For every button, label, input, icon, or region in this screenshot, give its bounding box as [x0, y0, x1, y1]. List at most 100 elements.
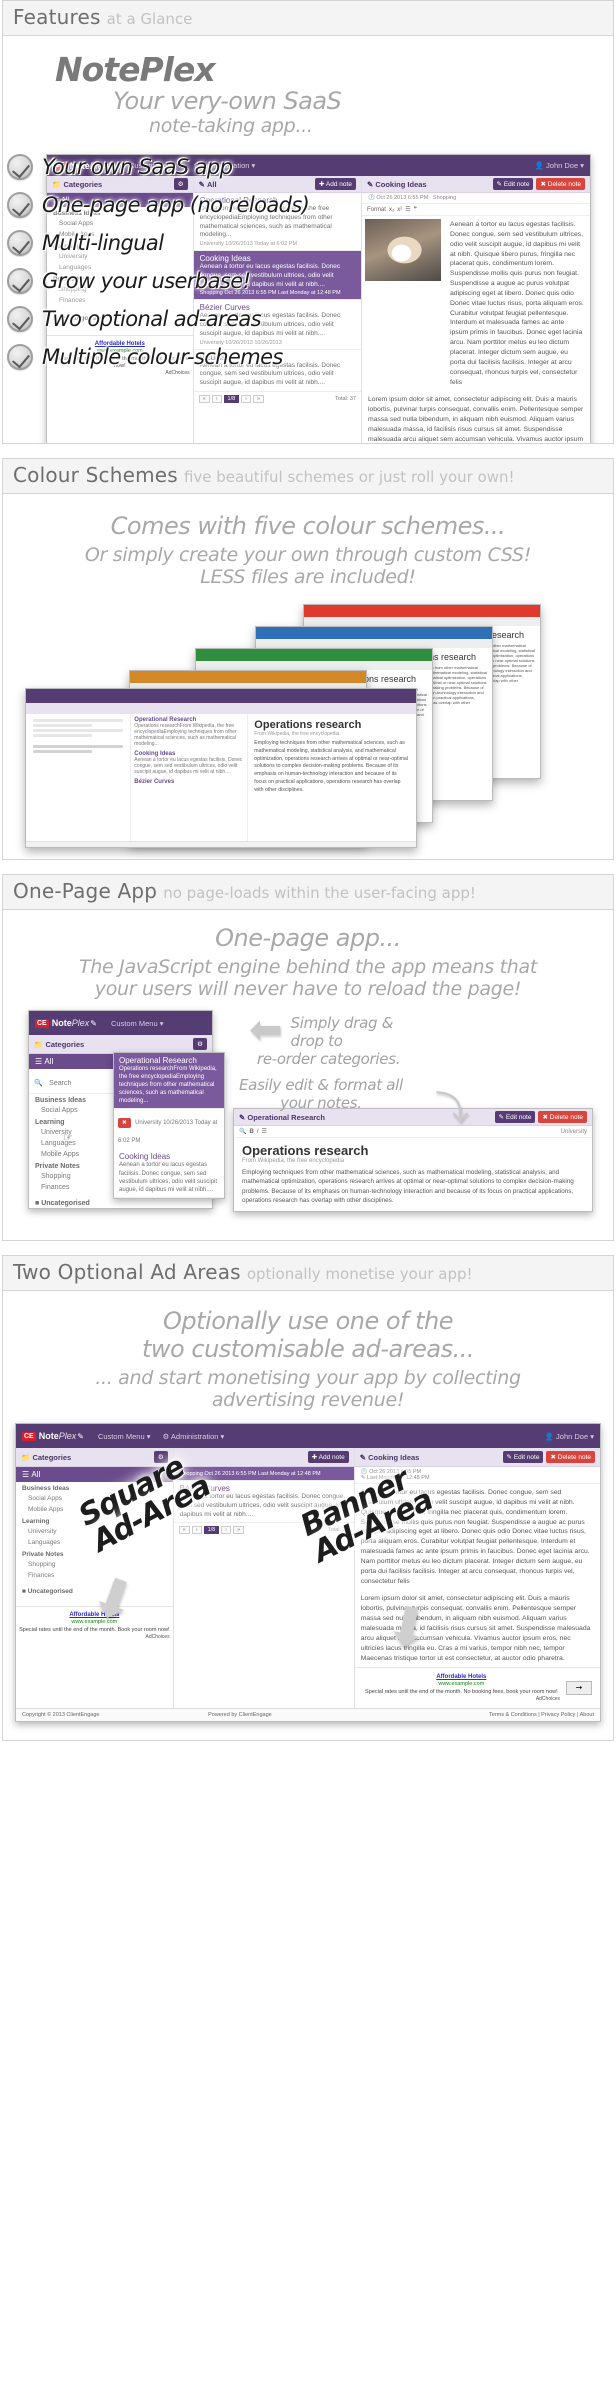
ad-heading-1: Optionally use one of the	[162, 1307, 454, 1335]
check-icon	[7, 153, 33, 180]
ad-sub-2: advertising revenue!	[211, 1389, 405, 1411]
subscript-icon[interactable]: x₂	[389, 207, 394, 213]
arrow-left-icon: ⬅	[249, 1007, 283, 1053]
note-title: Cooking Ideas	[119, 1152, 171, 1162]
chevron-down-icon: ▾	[159, 1018, 164, 1028]
app-screenshot-note-list: Operational Research Operations research…	[113, 1052, 225, 1199]
ad-choices[interactable]: AdChoices	[363, 1696, 560, 1703]
note-meta: Shopping Oct 26 2013 6:55 PM Last Monday…	[179, 1471, 321, 1477]
superscript-icon[interactable]: x²	[397, 207, 402, 213]
edit-note-button[interactable]: ✎ Edit note	[502, 1451, 544, 1463]
section-header-ad-areas: Two Optional Ad Areas optionally monetise…	[2, 1255, 614, 1291]
feature-label: Grow your userbase!	[42, 268, 251, 293]
ad-choices[interactable]: AdChoices	[19, 1634, 169, 1641]
ad-next-button[interactable]: ➞	[566, 1681, 592, 1696]
category-tag: University	[560, 1128, 587, 1135]
category-group[interactable]: Private Notes	[16, 1548, 173, 1559]
note-excerpt: Aenean a tortor eu lacus egestas facilis…	[119, 1162, 218, 1193]
pager-next[interactable]: ›	[221, 1526, 232, 1535]
ad-banner[interactable]: Affordable Hotels www.example.com Specia…	[354, 1667, 600, 1708]
colour-schemes-line-2: LESS files are included!	[200, 566, 416, 588]
feature-list: Your own SaaS app One-page app (no reloa…	[3, 149, 333, 377]
nav-user-menu[interactable]: 👤 John Doe ▾	[545, 1432, 594, 1441]
section-header-features: Features at a Glance	[2, 0, 614, 36]
edit-icon: ✎	[366, 179, 374, 189]
delete-note-button[interactable]: ✖ Delete note	[546, 1451, 595, 1463]
hero-tagline-2: note-taking app...	[149, 115, 313, 137]
check-icon	[7, 305, 33, 332]
nav-custom-menu[interactable]: Custom Menu ▾	[98, 1432, 151, 1441]
format-toolbar[interactable]: Format x₂ x² ☰ ❞	[361, 204, 590, 216]
edit-note-button[interactable]: ✎ Edit note	[492, 178, 534, 190]
nav-administration[interactable]: ⚙ Administration ▾	[163, 1432, 225, 1441]
annotation-edit-format: Easily edit & format all your notes. ⤵	[239, 1076, 469, 1126]
colour-scheme-fan: Operations research Employing techniques …	[3, 594, 613, 859]
notes-pager[interactable]: « ‹ 1/8 › » Total: 37	[194, 392, 361, 406]
list-icon[interactable]: ☰	[262, 1128, 267, 1135]
feature-label: Multiple colour-schemes	[42, 344, 283, 369]
hero-block: NotePlex Your very-own SaaS note-taking …	[3, 36, 613, 143]
user-icon: 👤	[544, 1431, 554, 1441]
hero-tagline-1: Your very-own SaaS	[113, 87, 342, 115]
note-paragraph: Lorem ipsum dolor sit amet, consectetur …	[367, 396, 584, 443]
add-note-button[interactable]: ✚ Add note	[307, 1451, 349, 1463]
features-showcase: CE NotePlex ✎ Custom Menu ▾ ⚙ Administra…	[3, 143, 613, 443]
annotation-line-2: your notes.	[280, 1094, 362, 1112]
chevron-down-icon: ▾	[220, 1431, 225, 1441]
cursor-icon: ☞	[63, 1132, 73, 1144]
nav-user-menu[interactable]: 👤 John Doe ▾	[535, 161, 584, 170]
ad-title[interactable]: Affordable Hotels	[363, 1673, 560, 1681]
feature-item: Multiple colour-schemes	[3, 339, 333, 374]
one-page-line-2: your users will never have to reload the…	[94, 978, 522, 1000]
section-body-one-page-app: One-page app... The JavaScript engine be…	[2, 910, 614, 1241]
note-detail-title: Operations research	[242, 1143, 369, 1158]
note-paragraph: Aenean a tortor eu lacus egestas facilis…	[450, 221, 584, 386]
note-list-item-selected[interactable]: Operational Research Operations research…	[114, 1053, 224, 1110]
delete-note-button[interactable]: ✖	[118, 1118, 131, 1129]
section-body-colour-schemes: Comes with five colour schemes... Or sim…	[2, 494, 614, 860]
category-item[interactable]: Finances	[16, 1570, 173, 1581]
section-title: Two Optional Ad Areas	[13, 1260, 241, 1284]
scheme-preview-purple: Operational Research Operations research…	[25, 688, 417, 848]
feature-item: One-page app (no reloads)	[3, 187, 333, 222]
pager-last[interactable]: »	[253, 394, 265, 403]
pager-last[interactable]: »	[233, 1526, 245, 1535]
search-icon[interactable]: 🔍	[239, 1128, 246, 1135]
app-logo[interactable]: CE NotePlex ✎	[35, 1018, 97, 1028]
bold-icon[interactable]: B	[249, 1129, 253, 1135]
app-logo[interactable]: CE NotePlex ✎	[22, 1431, 84, 1441]
ad-text: Special rates until the end of the month…	[365, 1688, 558, 1695]
add-category-button[interactable]: ⚙	[193, 1038, 207, 1050]
pager-first[interactable]: «	[178, 1526, 190, 1535]
scheme-list-title: Bézier Curves	[134, 779, 175, 785]
ad-heading-2: two customisable ad-areas...	[142, 1335, 474, 1363]
footer-links[interactable]: Terms & Conditions | Privacy Policy | Ab…	[489, 1712, 594, 1718]
app-screenshot-note-detail: ✎ Operational Research ✎ Edit note ✖ Del…	[233, 1108, 593, 1212]
delete-note-button[interactable]: ✖ Delete note	[536, 178, 585, 190]
ad-text: Special rates until the end of the month…	[19, 1626, 170, 1633]
chevron-down-icon: ▾	[146, 1431, 151, 1441]
note-list-item[interactable]: Cooking Ideas Aenean a tortor eu lacus e…	[114, 1149, 224, 1198]
scheme-note-body: Employing techniques from other mathemat…	[254, 740, 408, 793]
pager-next[interactable]: ›	[241, 394, 252, 403]
feature-item: Two optional ad-areas	[3, 301, 333, 336]
note-title: Operational Research	[119, 1056, 197, 1065]
pager-prev[interactable]: ‹	[191, 1526, 202, 1535]
category-item[interactable]: Shopping	[16, 1559, 173, 1570]
nav-custom-menu[interactable]: Custom Menu ▾	[111, 1019, 164, 1028]
format-toolbar[interactable]: 🔍 B I ☰ University	[234, 1126, 592, 1138]
scheme-note-title: Operations research	[254, 719, 362, 731]
pager-prev[interactable]: ‹	[211, 394, 222, 403]
pager-first[interactable]: «	[198, 394, 210, 403]
list-icon[interactable]: ☰	[405, 206, 410, 213]
product-name: NotePlex	[55, 50, 216, 89]
edit-note-button[interactable]: ✎ Edit note	[494, 1111, 536, 1123]
pencil-icon: ✎	[77, 1431, 84, 1441]
italic-icon[interactable]: I	[257, 1129, 259, 1135]
edit-icon: ✎	[359, 1452, 366, 1462]
check-icon	[7, 191, 33, 218]
delete-note-button[interactable]: ✖ Delete note	[538, 1111, 587, 1123]
quote-icon[interactable]: ❞	[414, 206, 417, 213]
format-label: Format	[366, 206, 386, 213]
annotation-line-1: Easily edit & format all	[239, 1076, 403, 1094]
